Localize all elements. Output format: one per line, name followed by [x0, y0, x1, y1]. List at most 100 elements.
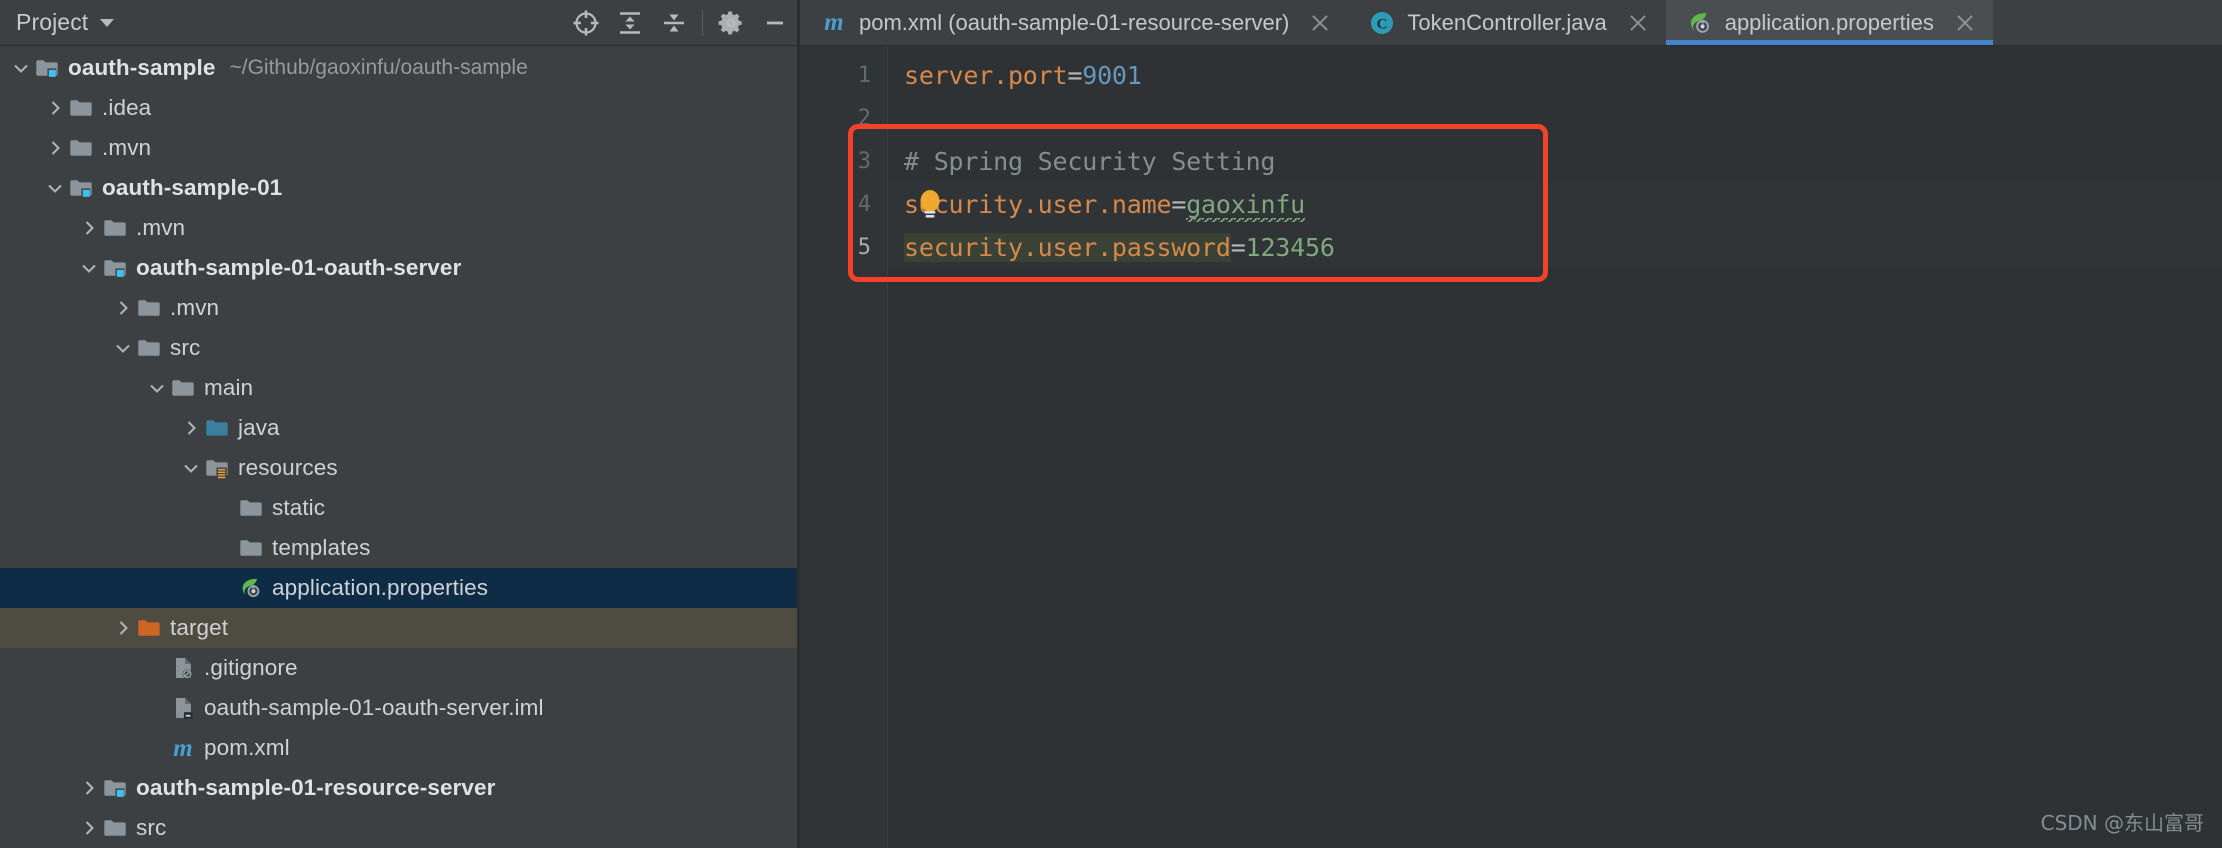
tree-row-label: oauth-sample-01-oauth-server.iml	[204, 695, 544, 720]
editor-tab[interactable]: C TokenController.java	[1348, 0, 1666, 45]
code-line[interactable]: security.user.name=gaoxinfu	[888, 183, 2222, 226]
editor-area: m pom.xml (oauth-sample-01-resource-serve…	[800, 0, 2222, 848]
tree-row[interactable]: oauth-sample ~/Github/gaoxinfu/oauth-samp…	[0, 48, 797, 88]
chevron-right-icon[interactable]	[110, 608, 136, 648]
tree-row[interactable]: oauth-sample-01-resource-server	[0, 768, 797, 808]
module-folder-icon	[68, 168, 94, 208]
project-panel-toolbar: Project	[0, 0, 797, 46]
code-equals: =	[1171, 190, 1187, 219]
chevron-right-icon[interactable]	[42, 88, 68, 128]
tree-row[interactable]: .idea	[0, 88, 797, 128]
tree-row-label: main	[204, 375, 254, 400]
tree-row[interactable]: main	[0, 368, 797, 408]
tree-twisty-placeholder	[212, 568, 238, 608]
module-folder-icon	[102, 768, 128, 808]
tree-row-path-hint: ~/Github/gaoxinfu/oauth-sample	[229, 56, 528, 79]
close-icon[interactable]	[1953, 11, 1977, 35]
maven-file-icon: m	[824, 9, 844, 36]
tree-row[interactable]: .mvn	[0, 288, 797, 328]
line-number: 1	[857, 63, 871, 88]
tree-row[interactable]: src	[0, 328, 797, 368]
code-line[interactable]: security.user.password=123456	[888, 226, 2222, 269]
tree-row-label: .mvn	[136, 215, 186, 240]
chevron-right-icon[interactable]	[110, 288, 136, 328]
tree-row[interactable]: oauth-sample-01-oauth-server	[0, 248, 797, 288]
close-icon[interactable]	[1308, 11, 1332, 35]
code-line[interactable]	[888, 97, 2222, 140]
chevron-down-icon[interactable]	[144, 368, 170, 408]
tree-row[interactable]: .gitignore	[0, 648, 797, 688]
tree-row[interactable]: oauth-sample-01	[0, 168, 797, 208]
locate-in-tree-icon[interactable]	[564, 0, 608, 46]
expand-all-icon[interactable]	[608, 0, 652, 46]
folder-icon	[102, 808, 128, 848]
code-editor[interactable]: 1 2 3 4 5 server.port=9001 # Spring Security…	[800, 46, 2222, 848]
project-view-selector[interactable]: Project	[8, 6, 122, 39]
close-icon[interactable]	[1626, 11, 1650, 35]
chevron-right-icon[interactable]	[76, 208, 102, 248]
code-line[interactable]: # Spring Security Setting	[888, 140, 2222, 183]
tree-twisty-placeholder	[144, 728, 170, 768]
code-value: 123456	[1245, 233, 1335, 262]
tree-row-label: templates	[272, 535, 371, 560]
chevron-down-icon[interactable]	[8, 48, 34, 88]
tree-row[interactable]: resources	[0, 448, 797, 488]
chevron-down-icon[interactable]	[178, 448, 204, 488]
tree-row[interactable]: src	[0, 808, 797, 848]
tree-row[interactable]: application.properties	[0, 568, 797, 608]
gear-icon[interactable]	[709, 0, 753, 46]
folder-icon	[238, 528, 264, 568]
tree-row[interactable]: oauth-sample-01-oauth-server.iml	[0, 688, 797, 728]
editor-tab[interactable]: m pom.xml (oauth-sample-01-resource-serve…	[800, 0, 1349, 45]
chevron-right-icon[interactable]	[76, 768, 102, 808]
code-comment: # Spring Security Setting	[904, 147, 1276, 176]
tree-row[interactable]: templates	[0, 528, 797, 568]
module-folder-icon	[102, 248, 128, 288]
tree-row[interactable]: target	[0, 608, 797, 648]
tree-row[interactable]: .mvn	[0, 208, 797, 248]
project-panel-title: Project	[16, 9, 89, 35]
tree-row[interactable]: static	[0, 488, 797, 528]
tree-row[interactable]: m pom.xml	[0, 728, 797, 768]
minimize-icon[interactable]	[753, 0, 797, 46]
line-number: 5	[857, 235, 871, 260]
watermark-text: CSDN @东山富哥	[2040, 811, 2204, 835]
project-tree[interactable]: oauth-sample ~/Github/gaoxinfu/oauth-samp…	[0, 46, 797, 848]
tree-row-label: oauth-sample	[68, 55, 216, 80]
chevron-right-icon[interactable]	[178, 408, 204, 448]
code-key: security.user.password	[904, 233, 1231, 262]
code-value: 9001	[1082, 61, 1142, 90]
line-number: 4	[857, 192, 871, 217]
lightbulb-icon[interactable]	[915, 187, 945, 221]
tree-row-label: java	[238, 415, 280, 440]
line-number: 2	[857, 106, 871, 131]
code-line[interactable]: server.port=9001	[888, 54, 2222, 97]
excluded-folder-icon	[136, 608, 162, 648]
chevron-down-icon[interactable]	[42, 168, 68, 208]
chevron-right-icon[interactable]	[76, 808, 102, 848]
folder-icon	[238, 488, 264, 528]
tree-row-label: .idea	[102, 95, 152, 120]
chevron-down-icon[interactable]	[110, 328, 136, 368]
tree-row[interactable]: .mvn	[0, 128, 797, 168]
line-number: 3	[857, 149, 871, 174]
collapse-all-icon[interactable]	[652, 0, 696, 46]
chevron-down-icon[interactable]	[76, 248, 102, 288]
tree-row[interactable]: java	[0, 408, 797, 448]
tree-row-label: .mvn	[170, 295, 220, 320]
chevron-right-icon[interactable]	[42, 128, 68, 168]
tree-row-label: .mvn	[102, 135, 152, 160]
editor-gutter[interactable]: 1 2 3 4 5	[800, 46, 888, 848]
editor-code-lines[interactable]: server.port=9001 # Spring Security Setti…	[888, 46, 2222, 848]
editor-tab[interactable]: application.properties	[1665, 0, 1993, 45]
